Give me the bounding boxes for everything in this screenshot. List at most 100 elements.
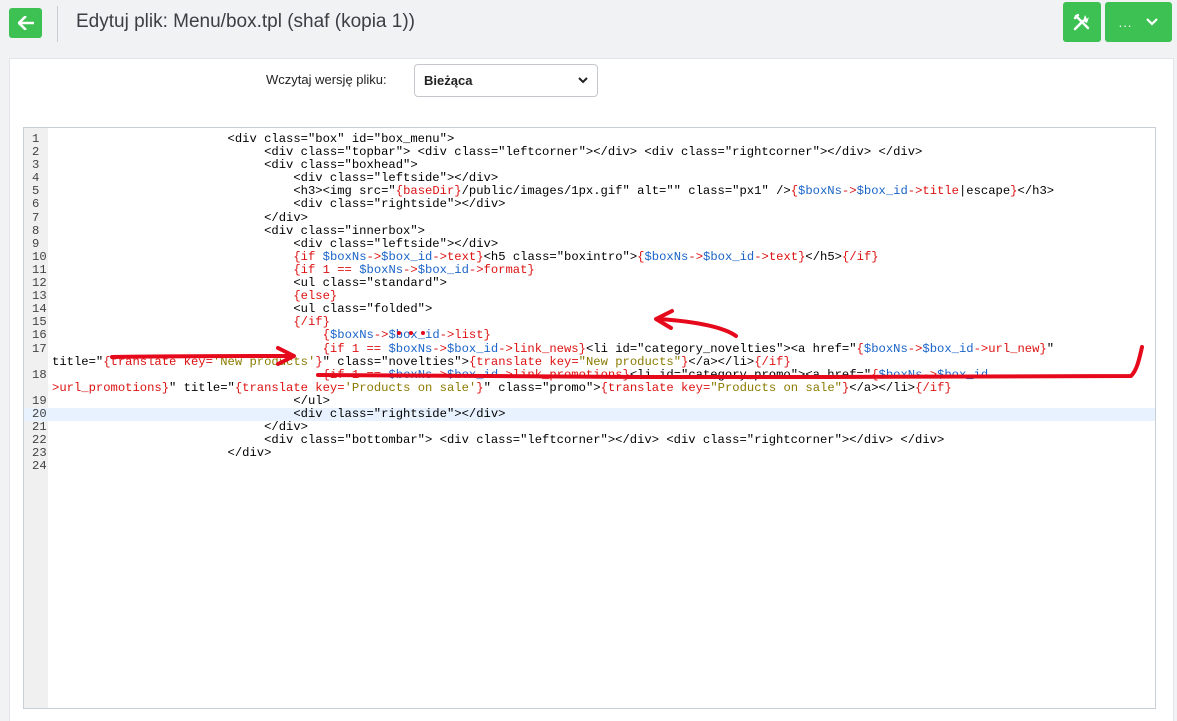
- line-text: </div>: [52, 446, 272, 461]
- code-token: ->: [432, 367, 447, 382]
- tools-button[interactable]: [1063, 2, 1101, 42]
- line-number: 10: [32, 249, 47, 264]
- code-token: <ul class="folded">: [52, 302, 433, 317]
- code-token: $box_id-: [937, 367, 996, 382]
- code-content[interactable]: 1 <div class="box" id="box_menu"> 2 <div …: [24, 132, 1155, 473]
- line-number: 17: [32, 341, 47, 356]
- code-token: </a></li>: [849, 380, 916, 395]
- code-token: ->: [403, 262, 418, 277]
- code-token: </a></li>: [688, 354, 755, 369]
- code-token: <h3><img src=": [52, 184, 396, 199]
- code-token: <div class="rightside"></div>: [52, 197, 506, 212]
- code-token: " class="novelties">: [322, 354, 469, 369]
- code-token: $box_id: [703, 249, 755, 264]
- code-token: ->: [366, 249, 382, 264]
- code-line[interactable]: 24: [24, 460, 1155, 473]
- code-token: {: [871, 367, 879, 382]
- code-token: $boxNs: [329, 328, 374, 343]
- code-token: </ul>: [52, 393, 330, 408]
- code-token: $box_id: [388, 328, 440, 343]
- code-token: {translate key=: [103, 354, 213, 369]
- header-bar: Edytuj plik: Menu/box.tpl (shaf (kopia 1…: [0, 0, 1177, 52]
- code-token: ->list}: [439, 328, 491, 343]
- code-token: ->: [432, 341, 447, 356]
- code-token: "Products on sale": [710, 380, 842, 395]
- code-token: <div class="rightside"></div>: [52, 406, 506, 421]
- code-token: {baseDir}: [395, 184, 462, 199]
- code-line[interactable]: 18 {if 1 == $boxNs->$box_id->link_promot…: [24, 367, 1155, 395]
- code-token: <ul class="standard">: [52, 276, 447, 291]
- code-token: ->: [922, 367, 938, 382]
- code-token: </h5>: [805, 249, 842, 264]
- code-line[interactable]: 17 {if 1 == $boxNs->$box_id->link_news}<…: [24, 341, 1155, 369]
- code-token: }: [315, 354, 323, 369]
- code-token: $boxNs: [359, 262, 404, 277]
- line-number: 16: [32, 328, 47, 343]
- code-token: {if 1 ==: [293, 262, 360, 277]
- more-actions-label: ...: [1118, 14, 1133, 30]
- code-token: {translate key=: [468, 354, 579, 369]
- code-token: $boxNs: [798, 184, 842, 199]
- more-actions-button[interactable]: ...: [1105, 2, 1172, 42]
- code-token: $boxNs: [322, 249, 367, 264]
- code-token: $boxNs: [878, 367, 923, 382]
- code-token: <div class="bottombar"> <div class="left…: [52, 433, 945, 448]
- version-select-value: Bieżąca: [424, 73, 473, 88]
- code-token: $boxNs: [863, 341, 908, 356]
- line-number: 7: [32, 210, 40, 225]
- chevron-down-icon: [578, 77, 588, 84]
- code-token: </div>: [52, 420, 308, 435]
- code-token: <div class="leftside"></div>: [52, 236, 499, 251]
- back-button[interactable]: [9, 8, 42, 38]
- code-token: {else}: [293, 289, 338, 304]
- code-token: ->text}: [432, 249, 484, 264]
- code-token: <div class="boxhead">: [52, 158, 418, 173]
- code-token: {/if}: [915, 380, 952, 395]
- code-token: <div class="innerbox">: [52, 223, 425, 238]
- code-token: title=": [52, 354, 104, 369]
- line-number: 18: [32, 367, 47, 382]
- code-token: $box_id: [417, 262, 469, 277]
- code-token: $box_id: [856, 184, 908, 199]
- code-token: <div class="topbar"> <div class="leftcor…: [52, 145, 923, 160]
- code-token: ->format}: [468, 262, 535, 277]
- line-number: 19: [32, 393, 47, 408]
- line-number: 24: [32, 459, 47, 474]
- code-token: ->: [841, 184, 857, 199]
- code-token: {translate key=: [234, 380, 345, 395]
- code-token: <div class="leftside"></div>: [52, 171, 499, 186]
- code-token: </div>: [52, 210, 308, 225]
- code-token: $boxNs: [388, 367, 433, 382]
- code-token: {/if}: [842, 249, 879, 264]
- code-token: " title=": [169, 380, 235, 395]
- code-token: $boxNs: [644, 249, 689, 264]
- code-token: {/if}: [754, 354, 791, 369]
- code-token: ->title: [907, 184, 959, 199]
- code-token: <h5 class="boxintro">: [483, 249, 638, 264]
- line-number: 6: [32, 197, 40, 212]
- code-editor[interactable]: 1 <div class="box" id="box_menu"> 2 <div …: [23, 127, 1156, 709]
- code-token: >url_promotions}: [52, 380, 170, 395]
- code-line[interactable]: 23 </div>: [24, 447, 1155, 460]
- code-token: }: [1010, 184, 1018, 199]
- code-token: ->: [688, 249, 704, 264]
- version-select[interactable]: Bieżąca: [414, 64, 598, 97]
- code-token: <div class="box" id="box_menu">: [52, 132, 455, 146]
- arrow-left-icon: [17, 16, 34, 30]
- code-token: "New products": [578, 354, 682, 369]
- code-token: </div>: [52, 446, 272, 461]
- code-token: ->url_new}: [973, 341, 1047, 356]
- code-token: 'New products': [212, 354, 316, 369]
- code-token: $box_id: [446, 367, 499, 382]
- line-number: 8: [32, 223, 40, 238]
- code-token: " class="promo">: [483, 380, 601, 395]
- header-divider: [57, 6, 58, 42]
- chevron-down-icon: [1146, 18, 1159, 26]
- code-token: 'Products on sale': [344, 380, 477, 395]
